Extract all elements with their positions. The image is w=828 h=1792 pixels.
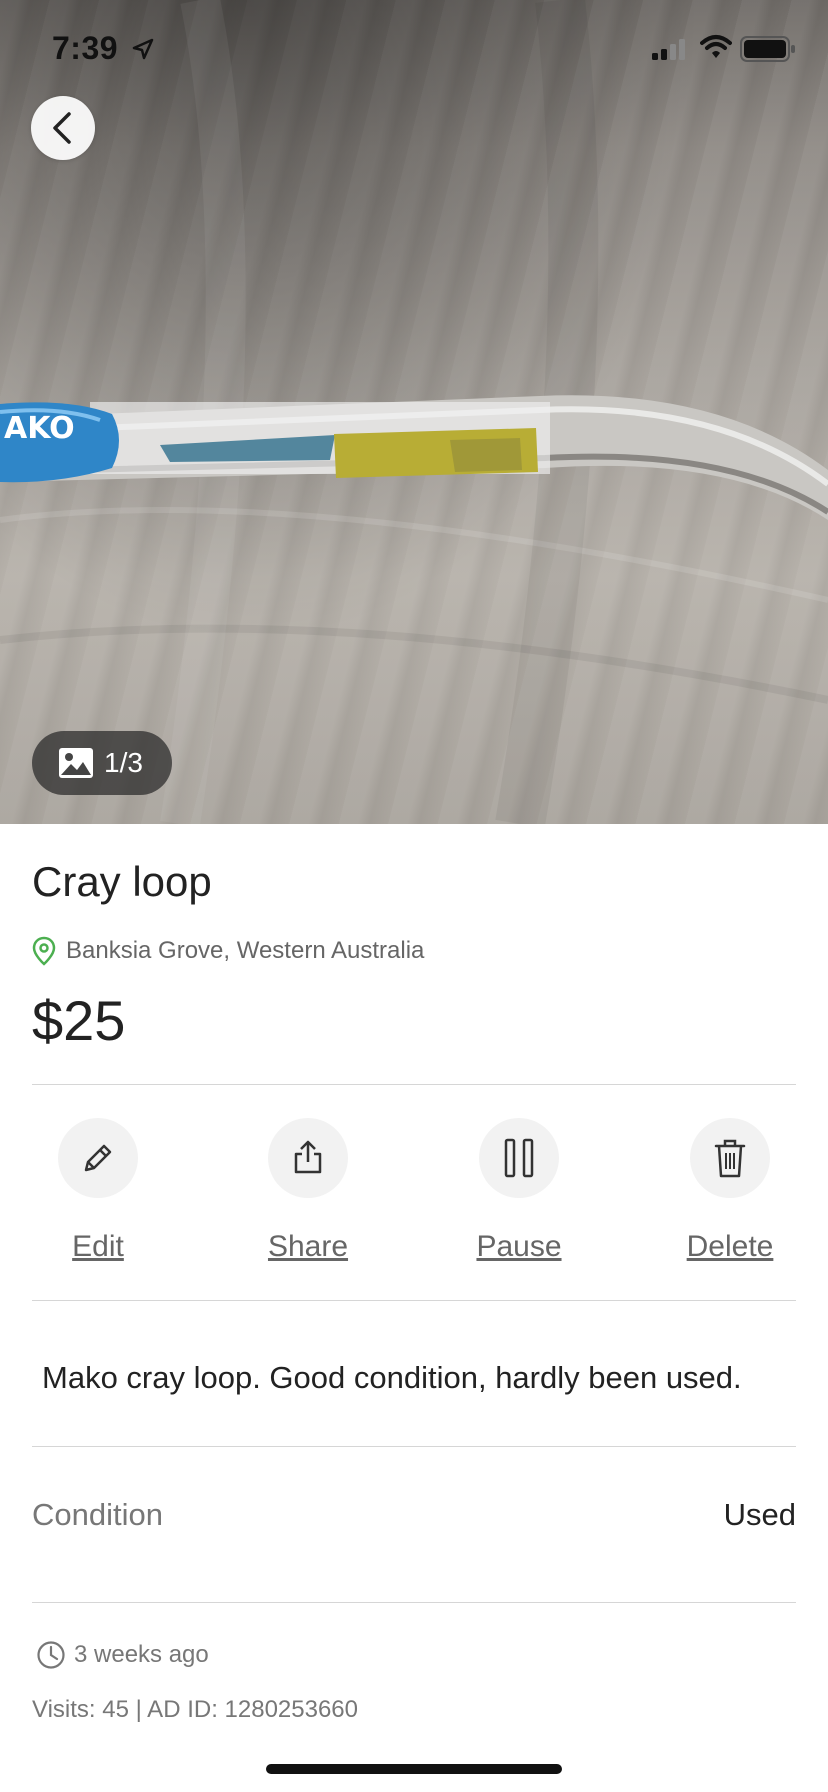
cellular-signal-icon (652, 39, 685, 60)
share-button[interactable]: Share (228, 1118, 388, 1264)
wifi-icon (700, 35, 732, 58)
listing-title: Cray loop (32, 858, 212, 905)
pencil-icon (84, 1144, 112, 1172)
brand-text: AKO (4, 411, 75, 446)
pause-label: Pause (476, 1230, 562, 1263)
location-text: Banksia Grove, Western Australia (66, 937, 425, 964)
image-icon (59, 748, 93, 778)
divider (32, 1300, 796, 1301)
pause-icon (504, 1138, 534, 1178)
edit-label: Edit (72, 1230, 124, 1263)
clock-icon (37, 1641, 65, 1669)
listing-description: Mako cray loop. Good condition, hardly b… (42, 1360, 742, 1395)
condition-value: Used (723, 1497, 796, 1532)
action-bar: Edit Share Pause Delete (0, 1118, 828, 1278)
divider (32, 1602, 796, 1603)
divider (32, 1446, 796, 1447)
listing-location: Banksia Grove, Western Australia (32, 936, 424, 966)
visits-ad-id: Visits: 45 | AD ID: 1280253660 (32, 1696, 359, 1723)
chevron-left-icon (53, 112, 71, 144)
listing-screen: AKO 7:39 1/3 Cray loop Banksia Grove, We… (0, 0, 828, 1792)
status-bar: 7:39 (0, 0, 828, 98)
condition-label: Condition (32, 1497, 163, 1532)
delete-label: Delete (686, 1230, 774, 1263)
home-indicator[interactable] (266, 1764, 562, 1774)
location-pin-icon (32, 936, 56, 966)
trash-icon (714, 1139, 746, 1178)
photo-content: AKO (0, 0, 828, 824)
status-time: 7:39 (52, 30, 119, 66)
image-counter-text: 1/3 (104, 747, 143, 778)
share-label: Share (267, 1230, 349, 1263)
posted-time-text: 3 weeks ago (74, 1641, 209, 1668)
pause-button[interactable]: Pause (439, 1118, 599, 1264)
edit-button[interactable]: Edit (18, 1118, 178, 1264)
battery-icon (740, 36, 795, 62)
delete-button[interactable]: Delete (650, 1118, 810, 1264)
location-arrow-icon (132, 38, 154, 60)
listing-photo[interactable]: AKO 7:39 1/3 (0, 0, 828, 824)
posted-time: 3 weeks ago (36, 1640, 209, 1670)
divider (32, 1084, 796, 1085)
listing-price: $25 (32, 989, 126, 1052)
share-icon (294, 1140, 322, 1174)
back-button[interactable] (31, 96, 95, 160)
image-counter-badge[interactable]: 1/3 (32, 731, 172, 795)
